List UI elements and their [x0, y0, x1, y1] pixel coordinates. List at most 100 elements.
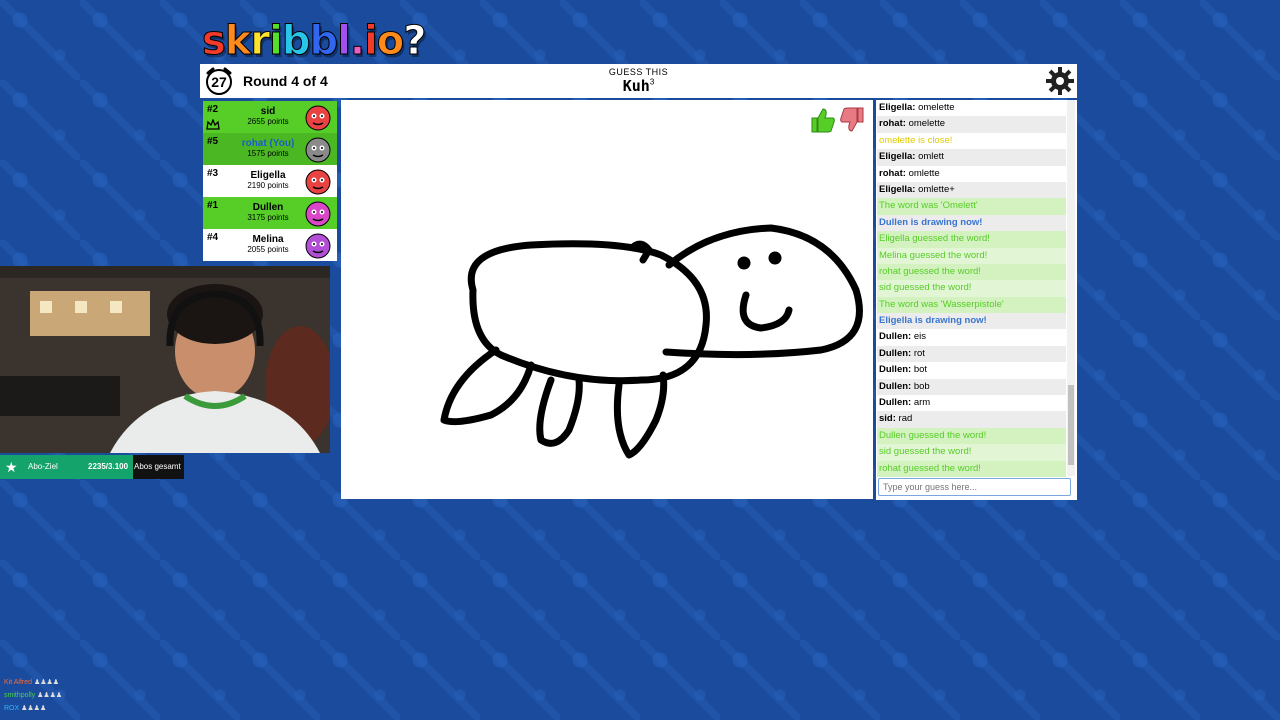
badge-icons: ♟♟♟♟ [21, 705, 47, 712]
logo-letter: s [202, 18, 227, 65]
chat-messages: Eligella: omelette rohat: omelette omelett… [877, 100, 1066, 477]
chat-text: bob [913, 380, 930, 392]
stream-info-row: ROX ♟♟♟♟ [4, 702, 114, 715]
chat-message: Dullen: rot [877, 345, 1066, 363]
chat-text: omelette [908, 118, 945, 130]
chat-author: Dullen [879, 331, 909, 343]
stream-info-label: Kit Alfred [4, 679, 33, 686]
player-avatar [301, 229, 337, 261]
chat-message: The word was 'Omelett' [877, 198, 1066, 215]
player-row[interactable]: #2 sid 2655 points [203, 101, 337, 133]
chat-message: Eligella: omlett [877, 149, 1066, 166]
player-avatar [301, 165, 337, 197]
chat-message: rohat guessed the word! [877, 460, 1066, 477]
stream-info-row: smithpolly ♟♟♟♟ [4, 689, 114, 702]
chat-author: Eligella [879, 151, 913, 163]
logo-letter: k [224, 18, 252, 65]
chat-author: sid [879, 413, 893, 425]
chat-text: omelette is close! [879, 134, 953, 146]
player-list: #2 sid 2655 points #5 rohat (You) 1575 points… [203, 101, 337, 261]
player-rank: #5 [207, 136, 219, 147]
chat-text: omlette [908, 167, 940, 179]
player-name: rohat (You) [241, 138, 295, 149]
thumbs-down-icon [840, 107, 864, 132]
goal-count: 2235/3.100 [88, 462, 129, 471]
drawing-canvas[interactable] [341, 100, 873, 499]
scrollbar-thumb[interactable] [1068, 385, 1074, 465]
player-name: sid [260, 106, 276, 117]
player-row[interactable]: #5 rohat (You) 1575 points [203, 133, 337, 165]
drawing [440, 224, 863, 459]
player-avatar [301, 133, 337, 165]
logo-letter: l [337, 18, 352, 65]
chat-text: bot [913, 364, 928, 376]
player-rank: #2 [207, 104, 219, 115]
chat-text: omlette+ [918, 183, 955, 195]
chat-message: Eligella: omelette [877, 100, 1066, 117]
chat-message: Dullen: eis [877, 329, 1066, 346]
chat-text: omelette [918, 102, 955, 113]
logo-letter: . [349, 18, 365, 65]
chat-text: The word was 'Omelett' [879, 200, 978, 212]
chat-text: omlett [918, 151, 944, 163]
player-row[interactable]: #1 Dullen 3175 points [203, 197, 337, 229]
chat-message: Dullen: arm [877, 395, 1066, 412]
chat-author: Dullen [879, 347, 909, 359]
player-row[interactable]: #4 Melina 2055 points [203, 229, 337, 261]
chat-message: Dullen guessed the word! [877, 427, 1066, 445]
subscriber-goal-bar: ★ Abo-Ziel 2235/3.100 Abos gesamt [0, 455, 184, 479]
badge-icons: ♟♟♟♟ [33, 679, 60, 686]
chat-message: sid guessed the word! [877, 280, 1066, 297]
stream-info-row: Kit Alfred ♟♟♟♟ [4, 676, 114, 689]
player-row[interactable]: #3 Eligella 2190 points [203, 165, 337, 197]
logo-letter: i [364, 18, 379, 65]
game-header: 27 Round 4 of 4 GUESS THIS Kuh3 [200, 64, 1077, 98]
chat-author: Eligella [879, 102, 913, 113]
logo-letter: i [269, 18, 284, 65]
player-points: 1575 points [247, 149, 289, 158]
chat-author: rohat [879, 167, 903, 179]
webcam-overlay [0, 266, 330, 453]
word-length: 3 [649, 77, 655, 87]
chat-text: rohat guessed the word! [879, 462, 981, 474]
player-rank: #3 [207, 168, 219, 179]
chat-author: Dullen [879, 380, 909, 392]
chat-text: arm [913, 397, 931, 409]
player-points: 2190 points [247, 181, 289, 190]
chat-text: eis [913, 331, 926, 343]
chat-text: Dullen guessed the word! [879, 429, 987, 441]
thumbs-down-button[interactable] [839, 106, 867, 134]
chat-text: Melina guessed the word! [879, 249, 988, 261]
star-icon: ★ [5, 459, 18, 475]
chat-author: Dullen [879, 397, 909, 409]
guess-input[interactable] [878, 478, 1071, 496]
chat-text: sid guessed the word! [879, 446, 972, 458]
badge-icons: ♟♟♟♟ [37, 692, 63, 699]
chat-text: rad [898, 413, 913, 425]
logo-letter: r [250, 18, 271, 65]
skribbl-logo: s k r i b b l. i o? [202, 18, 427, 65]
stream-info: Kit Alfred ♟♟♟♟ smithpolly ♟♟♟♟ ROX ♟♟♟♟ [4, 676, 114, 716]
chat-author: rohat [879, 118, 903, 130]
chat-message: rohat guessed the word! [877, 263, 1066, 281]
chat-text: rot [913, 347, 925, 359]
avatar-icon [305, 233, 331, 259]
chat-message: Eligella: omlette+ [877, 181, 1066, 199]
goal-total-label: Abos gesamt [134, 462, 181, 471]
gear-icon [1046, 67, 1074, 95]
chat-text: Eligella guessed the word! [879, 233, 990, 245]
logo-letter: b [281, 18, 311, 65]
player-points: 2655 points [247, 117, 289, 126]
avatar-icon [305, 169, 331, 195]
thumbs-up-button[interactable] [808, 106, 836, 134]
chat-message: Eligella guessed the word! [877, 231, 1066, 248]
player-points: 2055 points [247, 245, 289, 254]
player-rank: #1 [207, 200, 219, 211]
logo-letter: b [309, 18, 339, 65]
word-hint: Kuh3 [200, 77, 1077, 96]
chat-author: Eligella [879, 183, 913, 195]
chat-scrollbar[interactable] [1067, 100, 1075, 476]
player-points: 3175 points [247, 213, 289, 222]
settings-button[interactable] [1045, 66, 1075, 96]
chat-author: Dullen [879, 364, 909, 376]
